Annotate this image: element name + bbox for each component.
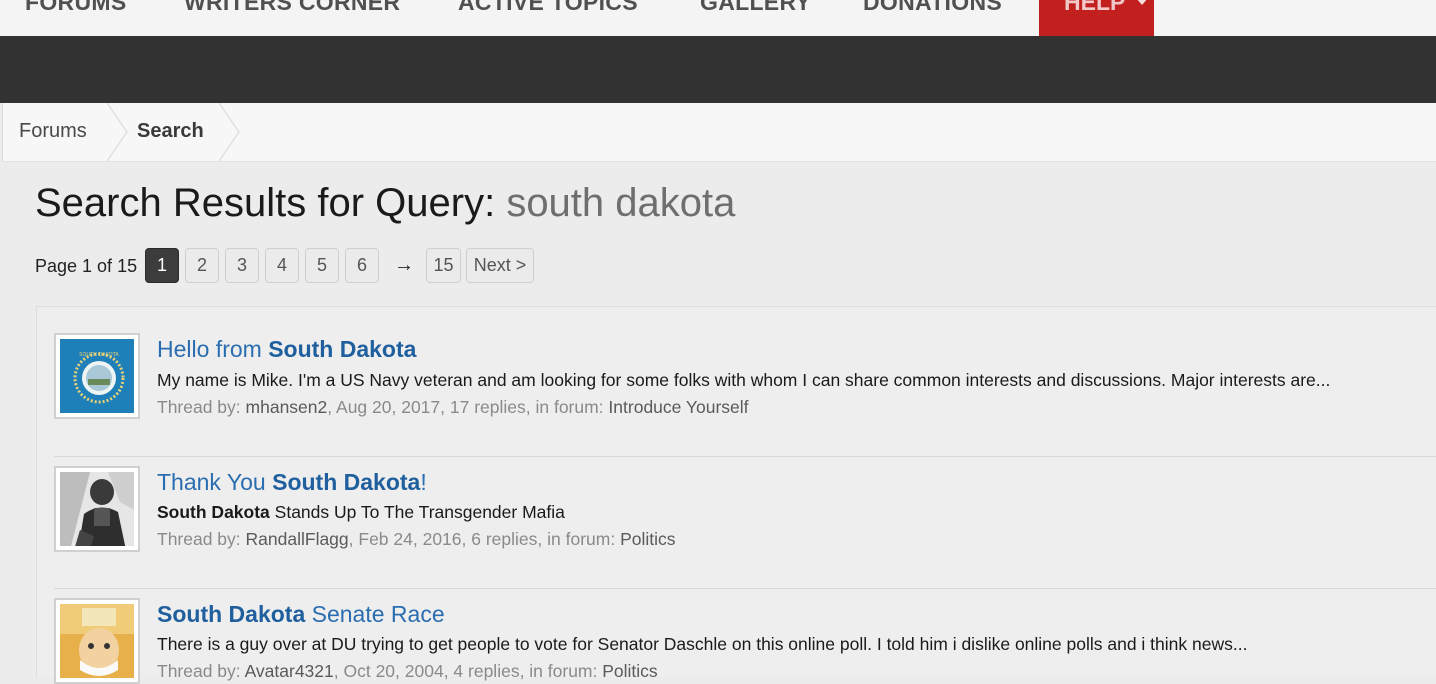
man-portrait-icon	[60, 472, 134, 546]
result-title-post: !	[420, 469, 427, 495]
result-snippet-highlight: South Dakota	[157, 502, 270, 522]
page-button-6[interactable]: 6	[345, 248, 379, 283]
nav-active-topics[interactable]: ACTIVE TOPICS	[458, 0, 638, 16]
result-details: , Feb 24, 2016, 6 replies, in forum:	[348, 529, 621, 549]
result-meta: Thread by: RandallFlagg, Feb 24, 2016, 6…	[157, 528, 676, 550]
page-button-last[interactable]: 15	[426, 248, 461, 283]
svg-text:SOUTH DAKOTA: SOUTH DAKOTA	[79, 352, 119, 358]
chevron-down-icon	[1136, 0, 1148, 5]
nav-gallery[interactable]: GALLERY	[700, 0, 811, 16]
cartoon-monopoly-man-icon	[60, 604, 134, 678]
page-count-label: Page 1 of 15	[35, 256, 138, 276]
nav-writers-corner[interactable]: WRITERS CORNER	[184, 0, 400, 16]
avatar[interactable]	[54, 598, 140, 684]
result-title[interactable]: Hello from South Dakota	[157, 335, 416, 363]
breadcrumb-separator-icon	[106, 103, 128, 161]
forum-link[interactable]: Politics	[620, 529, 675, 549]
forum-link[interactable]: Introduce Yourself	[608, 397, 748, 417]
result-divider	[54, 456, 1436, 457]
result-title-pre: Hello from	[157, 336, 269, 362]
page-button-1[interactable]: 1	[145, 248, 179, 283]
thread-by-label: Thread by:	[157, 661, 245, 681]
page-button-3[interactable]: 3	[225, 248, 259, 283]
page-button-5[interactable]: 5	[305, 248, 339, 283]
avatar[interactable]	[54, 466, 140, 552]
breadcrumb-separator-icon	[218, 103, 240, 161]
search-query: south dakota	[506, 181, 736, 225]
result-snippet-text: There is a guy over at DU trying to get …	[157, 634, 1248, 654]
search-results-list: SOUTH DAKOTA Hello from South Dakota My …	[36, 306, 1436, 684]
author-link[interactable]: Avatar4321	[245, 661, 334, 681]
nav-donations[interactable]: DONATIONS	[863, 0, 1002, 16]
result-details: , Aug 20, 2017, 17 replies, in forum:	[327, 397, 609, 417]
thread-by-label: Thread by:	[157, 529, 246, 549]
result-snippet: There is a guy over at DU trying to get …	[157, 633, 1247, 655]
next-page-button[interactable]: Next >	[466, 248, 534, 283]
sub-header-bar	[0, 36, 1436, 103]
result-snippet-text: Stands Up To The Transgender Mafia	[269, 502, 565, 522]
result-title[interactable]: Thank You South Dakota!	[157, 468, 427, 496]
nav-help-label: HELP	[1064, 0, 1126, 15]
south-dakota-flag-icon: SOUTH DAKOTA	[60, 339, 134, 413]
result-meta: Thread by: mhansen2, Aug 20, 2017, 17 re…	[157, 396, 749, 418]
result-meta: Thread by: Avatar4321, Oct 20, 2004, 4 r…	[157, 660, 658, 682]
thread-by-label: Thread by:	[157, 397, 246, 417]
result-title[interactable]: South Dakota Senate Race	[157, 600, 445, 628]
page-button-2[interactable]: 2	[185, 248, 219, 283]
result-snippet: My name is Mike. I'm a US Navy veteran a…	[157, 369, 1330, 391]
skip-arrow-icon: →	[394, 254, 414, 276]
breadcrumb-search[interactable]: Search	[137, 103, 204, 161]
result-snippet: South Dakota Stands Up To The Transgende…	[157, 501, 565, 523]
result-title-post: Senate Race	[305, 601, 445, 627]
result-details: , Oct 20, 2004, 4 replies, in forum:	[333, 661, 603, 681]
nav-forums[interactable]: FORUMS	[25, 0, 126, 16]
result-divider	[54, 588, 1436, 589]
result-title-highlight: South Dakota	[268, 336, 417, 362]
author-link[interactable]: RandallFlagg	[246, 529, 349, 549]
nav-help-tab[interactable]: HELP	[1039, 0, 1154, 36]
result-title-pre: Thank You	[157, 469, 273, 495]
result-title-highlight: South Dakota	[157, 601, 306, 627]
page-title: Search Results for Query: south dakota	[35, 178, 735, 228]
top-navigation: FORUMS WRITERS CORNER ACTIVE TOPICS GALL…	[0, 0, 1436, 36]
author-link[interactable]: mhansen2	[246, 397, 328, 417]
result-snippet-text: My name is Mike. I'm a US Navy veteran a…	[157, 370, 1331, 390]
avatar[interactable]: SOUTH DAKOTA	[54, 333, 140, 419]
page-title-prefix: Search Results for Query:	[35, 181, 496, 225]
page-button-4[interactable]: 4	[265, 248, 299, 283]
breadcrumb: Forums Search	[2, 103, 1436, 162]
breadcrumb-forums[interactable]: Forums	[19, 103, 87, 161]
result-title-highlight: South Dakota	[272, 469, 421, 495]
forum-link[interactable]: Politics	[602, 661, 657, 681]
